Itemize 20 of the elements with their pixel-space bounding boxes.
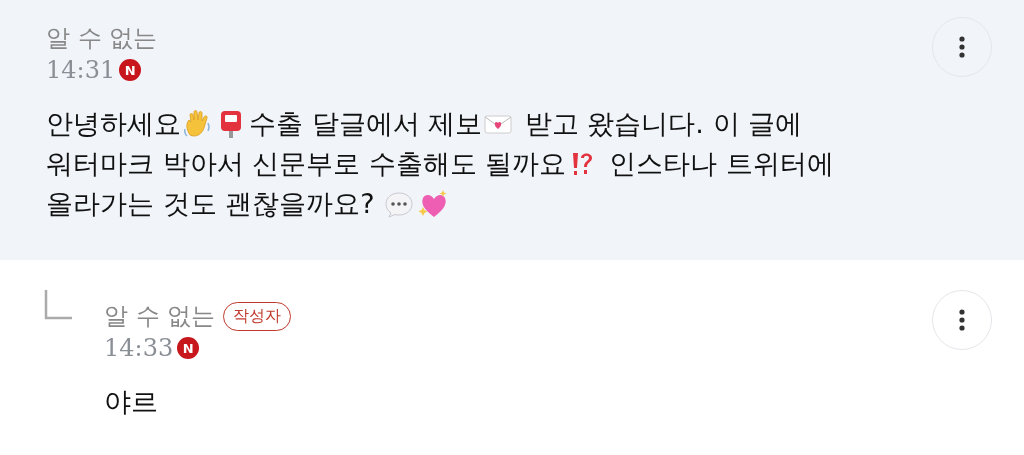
comment-text: 워터마크 박아서 신문부로 수출해도 될까요 — [46, 147, 567, 181]
comment-time: 14:33 — [104, 334, 174, 362]
waving-hand-icon — [182, 109, 212, 139]
new-badge: N — [177, 337, 200, 359]
comment-time: 14:31 — [46, 56, 116, 84]
author-name: 알 수 없는 — [46, 23, 158, 54]
author-name: 알 수 없는 — [104, 301, 216, 332]
more-options-button[interactable] — [932, 290, 992, 350]
comment-text: 안녕하세요 — [46, 107, 181, 141]
comment-text: 야르 — [104, 385, 158, 419]
comment-text: 받고 왔습니다. 이 글에 — [523, 107, 803, 141]
comment-text: 수출 달글에서 제보 — [249, 107, 483, 141]
reply-corner-icon — [44, 290, 72, 320]
new-badge: N — [119, 59, 142, 81]
more-icon — [958, 35, 966, 59]
comment-text: 올라가는 것도 괜찮을까요? — [46, 187, 376, 221]
more-icon — [958, 308, 966, 332]
speech-bubble-icon — [384, 189, 415, 219]
sparkling-heart-icon — [418, 189, 449, 219]
comment-text: 인스타나 트위터에 — [607, 147, 834, 181]
